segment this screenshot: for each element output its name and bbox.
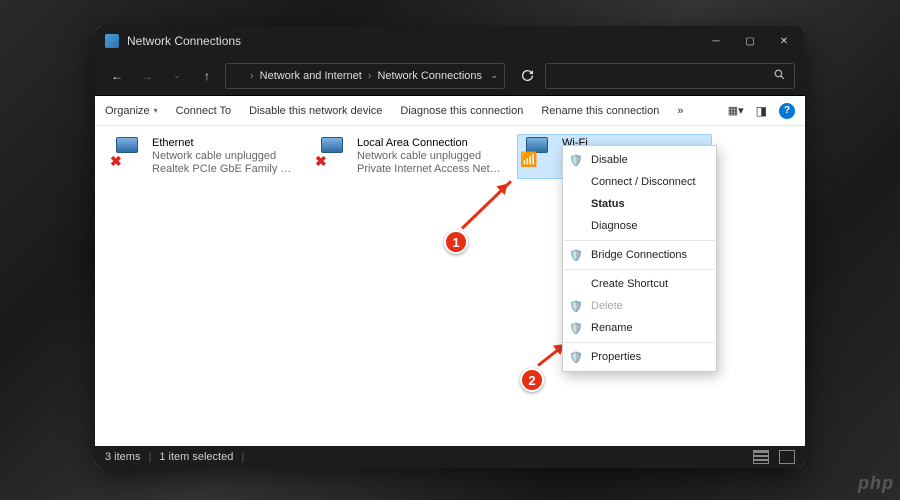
help-button[interactable]: ? [779,103,795,119]
adapter-name: Ethernet [152,137,299,150]
annotation-badge-1: 1 [444,230,468,254]
preview-pane-button[interactable]: ◨ [756,104,767,118]
refresh-button[interactable] [515,64,539,88]
disable-device-button[interactable]: Disable this network device [249,105,382,117]
menu-separator [564,269,715,270]
adapter-local-area[interactable]: ✖ Local Area Connection Network cable un… [312,134,507,179]
menu-bridge[interactable]: 🛡️Bridge Connections [563,244,716,266]
adapter-name: Local Area Connection [357,137,504,150]
chevron-down-icon: ▾ [154,106,158,115]
watermark: php [858,473,894,494]
menu-separator [564,342,715,343]
window-title: Network Connections [127,34,241,48]
chevron-right-icon: › [368,70,372,82]
rename-button[interactable]: Rename this connection [541,105,659,117]
search-input[interactable] [545,63,795,89]
shield-icon: 🛡️ [569,300,583,313]
overflow-button[interactable]: » [677,105,683,117]
adapter-status: Network cable unplugged [152,150,299,163]
status-bar: 3 items | 1 item selected | [95,446,805,468]
menu-delete: 🛡️Delete [563,295,716,317]
address-bar: ← → ⌄ ↑ › Network and Internet › Network… [95,56,805,96]
menu-rename[interactable]: 🛡️Rename [563,317,716,339]
chevron-right-icon: › [250,70,254,82]
minimize-button[interactable]: ─ [699,26,733,56]
shield-icon: 🛡️ [569,351,583,364]
organize-menu[interactable]: Organize▾ [105,105,158,117]
chevron-down-icon[interactable]: ⌄ [490,70,498,81]
adapter-status: Network cable unplugged [357,150,504,163]
annotation-badge-2: 2 [520,368,544,392]
adapter-icon: 📶 [520,137,556,167]
recent-button[interactable]: ⌄ [165,64,189,88]
wifi-signal-icon: 📶 [520,151,537,168]
shield-icon: 🛡️ [569,154,583,167]
adapter-device: Realtek PCIe GbE Family Controller [152,163,299,176]
menu-create-shortcut[interactable]: Create Shortcut [563,273,716,295]
large-icons-view-button[interactable] [779,450,795,464]
adapter-device: Private Internet Access Network A... [357,163,504,176]
shield-icon: 🛡️ [569,322,583,335]
breadcrumb-seg[interactable]: Network Connections [377,70,482,82]
divider: | [148,451,151,463]
x-icon: ✖ [110,153,122,170]
menu-disable[interactable]: 🛡️Disable [563,149,716,171]
menu-connect-disconnect[interactable]: Connect / Disconnect [563,171,716,193]
menu-properties[interactable]: 🛡️Properties [563,346,716,368]
titlebar: Network Connections ─ ▢ ✕ [95,26,805,56]
x-icon: ✖ [315,153,327,170]
back-button[interactable]: ← [105,64,129,88]
details-view-button[interactable] [753,450,769,464]
connect-to-button[interactable]: Connect To [176,105,231,117]
adapter-ethernet[interactable]: ✖ Ethernet Network cable unplugged Realt… [107,134,302,179]
diagnose-button[interactable]: Diagnose this connection [400,105,523,117]
content-area: ✖ Ethernet Network cable unplugged Realt… [95,126,805,446]
divider: | [241,451,244,463]
app-icon [105,34,119,48]
view-options-button[interactable]: ▦▾ [728,104,744,117]
adapter-icon: ✖ [315,137,351,167]
selection-count: 1 item selected [159,451,233,463]
breadcrumb[interactable]: › Network and Internet › Network Connect… [225,63,505,89]
forward-button[interactable]: → [135,64,159,88]
context-menu: 🛡️Disable Connect / Disconnect Status Di… [562,145,717,372]
menu-status[interactable]: Status [563,193,716,215]
shield-icon: 🛡️ [569,249,583,262]
up-button[interactable]: ↑ [195,64,219,88]
breadcrumb-seg[interactable]: Network and Internet [260,70,362,82]
menu-separator [564,240,715,241]
item-count: 3 items [105,451,140,463]
close-button[interactable]: ✕ [767,26,801,56]
search-icon [773,68,786,84]
adapter-icon: ✖ [110,137,146,167]
command-bar: Organize▾ Connect To Disable this networ… [95,96,805,126]
maximize-button[interactable]: ▢ [733,26,767,56]
menu-diagnose[interactable]: Diagnose [563,215,716,237]
breadcrumb-icon [232,70,244,82]
